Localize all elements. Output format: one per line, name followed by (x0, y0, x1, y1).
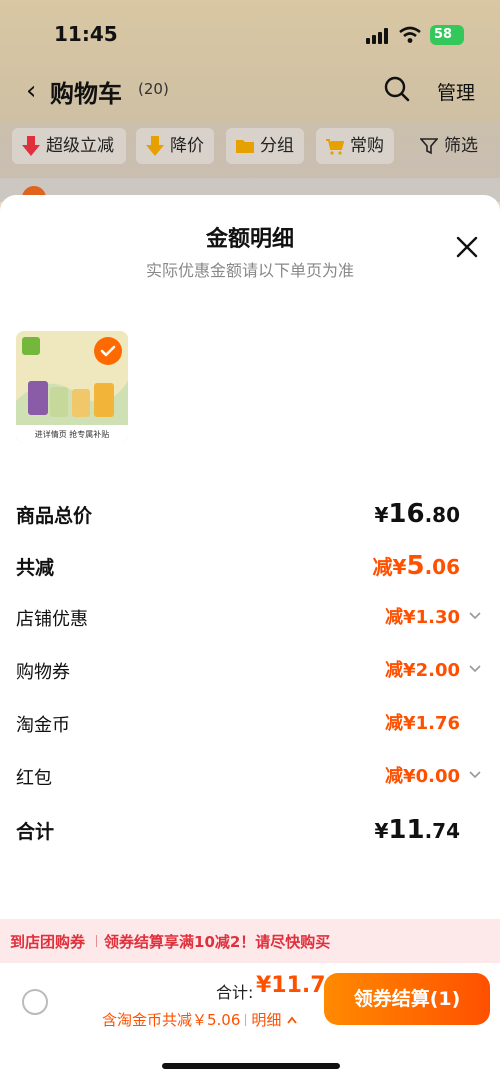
manage-button[interactable]: 管理 (437, 78, 475, 105)
row-label: 店铺优惠 (16, 609, 88, 630)
battery-level: 58 (434, 27, 453, 42)
filter-label: 筛选 (444, 136, 478, 156)
detail-link[interactable]: 明细 (251, 1011, 281, 1029)
cart-count: (20) (138, 80, 169, 98)
select-all-radio[interactable] (22, 989, 48, 1015)
page-title: 购物车 (50, 80, 122, 108)
filter-label: 常购 (350, 136, 384, 156)
row-red-packet[interactable]: 红包 减¥0.00 (16, 762, 484, 792)
wifi-icon (399, 26, 421, 43)
status-time: 11:45 (54, 22, 118, 46)
row-shop-discount[interactable]: 店铺优惠 减¥1.30 (16, 603, 484, 633)
filter-screen[interactable]: 筛选 (410, 128, 490, 164)
filter-price-drop[interactable]: 降价 (136, 128, 214, 164)
row-label: 合计 (16, 821, 55, 843)
promo-divider (96, 935, 97, 947)
row-amount: 减¥2.00 (385, 660, 460, 681)
row-amount: 减¥1.30 (385, 607, 460, 628)
row-total-price: 商品总价 ¥16.80 (16, 499, 484, 529)
row-total-discount: 共减 减¥5.06 (16, 551, 484, 581)
back-icon[interactable]: ‹ (26, 76, 36, 106)
promo-banner[interactable]: 到店团购券 领券结算享满10减2！请尽快购买 (0, 919, 500, 963)
row-label: 红包 (16, 768, 52, 789)
row-amount: 减¥5.06 (372, 551, 460, 581)
arrow-down-yellow-icon (146, 136, 164, 156)
battery-indicator: 58 (430, 25, 464, 45)
thumb-caption: 进详情页 抢专属补贴 (35, 429, 110, 439)
sheet-subtitle: 实际优惠金额请以下单页为准 (145, 261, 354, 280)
close-icon[interactable] (455, 235, 479, 259)
row-label: 商品总价 (16, 505, 93, 527)
filter-frequent[interactable]: 常购 (316, 128, 394, 164)
selected-check-icon[interactable] (94, 337, 122, 365)
chevron-down-icon[interactable] (468, 770, 482, 780)
row-sum: 合计 ¥11.74 (16, 815, 484, 845)
chevron-down-icon[interactable] (468, 664, 482, 674)
filter-label: 降价 (170, 136, 204, 156)
filter-label: 分组 (260, 136, 294, 156)
filter-super-discount[interactable]: 超级立减 (12, 128, 126, 164)
total-label: 合计: (216, 983, 254, 1002)
status-bar: 11:45 58 (0, 18, 500, 50)
search-icon[interactable] (384, 76, 410, 102)
row-amount: 减¥1.76 (385, 713, 460, 734)
checkout-button[interactable]: 领券结算(1) (324, 973, 490, 1025)
row-amount: ¥11.74 (374, 815, 460, 845)
coin-note-text: 含淘金币共减￥5.06 (102, 1011, 241, 1029)
row-amount: ¥16.80 (374, 499, 460, 529)
filter-group[interactable]: 分组 (226, 128, 304, 164)
row-label: 共减 (16, 557, 55, 579)
checkout-bar: 合计: ¥11.74 含淘金币共减￥5.06 明细 领券结算(1) (0, 963, 500, 1082)
signal-icon (366, 28, 392, 44)
promo-text: 领券结算享满10减2！请尽快购买 (104, 933, 331, 951)
promo-tag: 到店团购券 (10, 933, 86, 951)
amount-detail-sheet: 金额明细 实际优惠金额请以下单页为准 进详情页 抢专属补贴 商品总价 ¥16.8… (0, 195, 500, 1082)
home-indicator (162, 1063, 340, 1069)
filter-label: 超级立减 (46, 136, 114, 156)
folder-icon (236, 140, 254, 153)
row-label: 淘金币 (16, 715, 70, 736)
filter-bar: 超级立减 降价 分组 常购 筛选 (0, 122, 500, 172)
filter-icon (420, 138, 438, 155)
sheet-title: 金额明细 (205, 227, 294, 252)
row-label: 购物券 (16, 662, 70, 683)
row-tao-coin: 淘金币 减¥1.76 (16, 709, 484, 739)
coin-discount-note[interactable]: 含淘金币共减￥5.06 明细 (102, 1009, 298, 1030)
cart-navbar: ‹ 购物车 (20) 管理 (0, 70, 500, 110)
cart-icon (326, 139, 344, 155)
row-coupon[interactable]: 购物券 减¥2.00 (16, 656, 484, 686)
row-amount: 减¥0.00 (385, 766, 460, 787)
chevron-down-icon[interactable] (468, 611, 482, 621)
arrow-down-red-icon (22, 136, 40, 156)
chevron-up-icon[interactable] (286, 1015, 298, 1025)
